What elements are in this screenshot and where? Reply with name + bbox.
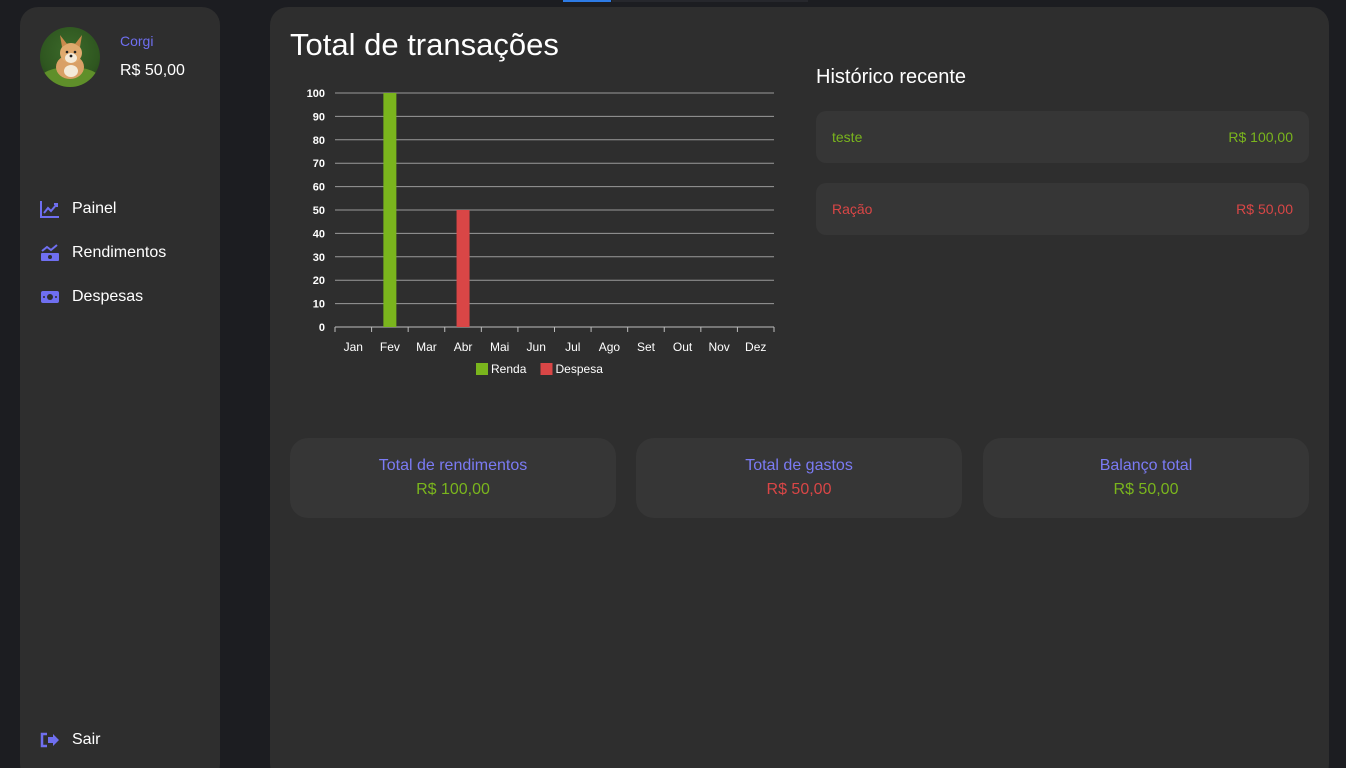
x-tick-label: Jan (344, 340, 363, 354)
sidebar: Corgi R$ 50,00 Painel Rendimentos Despes… (20, 7, 220, 768)
history-item-name: teste (832, 129, 863, 145)
legend-swatch (540, 363, 553, 375)
x-tick-label: Mai (490, 340, 509, 354)
x-tick-label: Abr (454, 340, 473, 354)
history-item[interactable]: teste R$ 100,00 (816, 111, 1309, 163)
logout-icon (40, 730, 60, 750)
sidebar-item-painel[interactable]: Painel (40, 187, 210, 231)
x-tick-label: Ago (599, 340, 621, 354)
expense-summary-value: R$ 50,00 (766, 481, 832, 498)
income-summary-value: R$ 100,00 (416, 481, 490, 498)
bar-despesa (456, 210, 470, 327)
history-item-amount: R$ 100,00 (1228, 129, 1293, 145)
sidebar-item-rendimentos[interactable]: Rendimentos (40, 231, 210, 275)
money-trend-icon (40, 243, 60, 263)
balance-summary-label: Balanço total (1099, 457, 1193, 474)
transactions-chart: 0 10 20 30 40 50 60 70 80 90 100 Jan Fev Mar Abr Mai Jun… (290, 77, 790, 397)
y-tick-label: 60 (313, 182, 325, 194)
expense-summary-label: Total de gastos (745, 457, 853, 474)
x-tick-label: Nov (708, 340, 729, 354)
x-tick-label: Set (637, 340, 656, 354)
sidebar-item-label: Rendimentos (72, 244, 167, 261)
history-item[interactable]: Ração R$ 50,00 (816, 183, 1309, 235)
expense-summary-card: Total de gastos R$ 50,00 (636, 438, 962, 518)
y-tick-label: 90 (313, 111, 325, 123)
cash-icon (40, 287, 60, 307)
y-tick-label: 20 (313, 275, 325, 287)
sidebar-item-label: Despesas (72, 288, 144, 305)
sidebar-item-despesas[interactable]: Despesas (40, 275, 210, 319)
page-title: Total de transações (290, 27, 559, 62)
y-tick-label: 70 (313, 158, 325, 170)
income-summary-card: Total de rendimentos R$ 100,00 (290, 438, 616, 518)
y-tick-label: 50 (313, 205, 325, 217)
x-tick-label: Out (673, 340, 693, 354)
top-tab-strip (612, 0, 808, 2)
chart-svg: 0 10 20 30 40 50 60 70 80 90 100 Jan Fev Mar Abr Mai Jun… (307, 88, 775, 376)
balance-summary-card: Balanço total R$ 50,00 (983, 438, 1309, 518)
top-tab-indicator (563, 0, 611, 2)
history-item-amount: R$ 50,00 (1236, 201, 1293, 217)
logout-button[interactable]: Sair (40, 730, 100, 750)
y-tick-label: 30 (313, 252, 325, 264)
sidebar-nav: Painel Rendimentos Despesas (40, 187, 210, 319)
chart-line-icon (40, 199, 60, 219)
history-item-name: Ração (832, 201, 873, 217)
balance-summary-value: R$ 50,00 (1113, 481, 1179, 498)
income-summary-label: Total de rendimentos (378, 457, 528, 474)
legend-label: Renda (491, 362, 527, 376)
y-tick-label: 100 (307, 88, 325, 100)
y-tick-label: 40 (313, 228, 325, 240)
y-tick-label: 10 (313, 299, 325, 311)
x-tick-label: Dez (745, 340, 766, 354)
user-balance: R$ 50,00 (120, 62, 185, 79)
legend-label: Despesa (556, 362, 604, 376)
x-tick-label: Jul (565, 340, 580, 354)
bar-renda (383, 93, 397, 327)
legend-swatch (476, 363, 488, 375)
history-title: Histórico recente (816, 66, 967, 88)
user-name: Corgi (120, 33, 154, 49)
y-tick-label: 80 (313, 135, 325, 147)
main-panel: Total de transações 0 10 20 30 40 50 60 70 80 90 1… (270, 7, 1329, 768)
avatar[interactable] (40, 27, 100, 87)
sidebar-item-label: Painel (72, 200, 117, 217)
y-tick-label: 0 (319, 322, 325, 334)
x-tick-label: Mar (416, 340, 437, 354)
logout-label: Sair (72, 731, 101, 748)
x-tick-label: Fev (380, 340, 400, 354)
x-tick-label: Jun (527, 340, 546, 354)
